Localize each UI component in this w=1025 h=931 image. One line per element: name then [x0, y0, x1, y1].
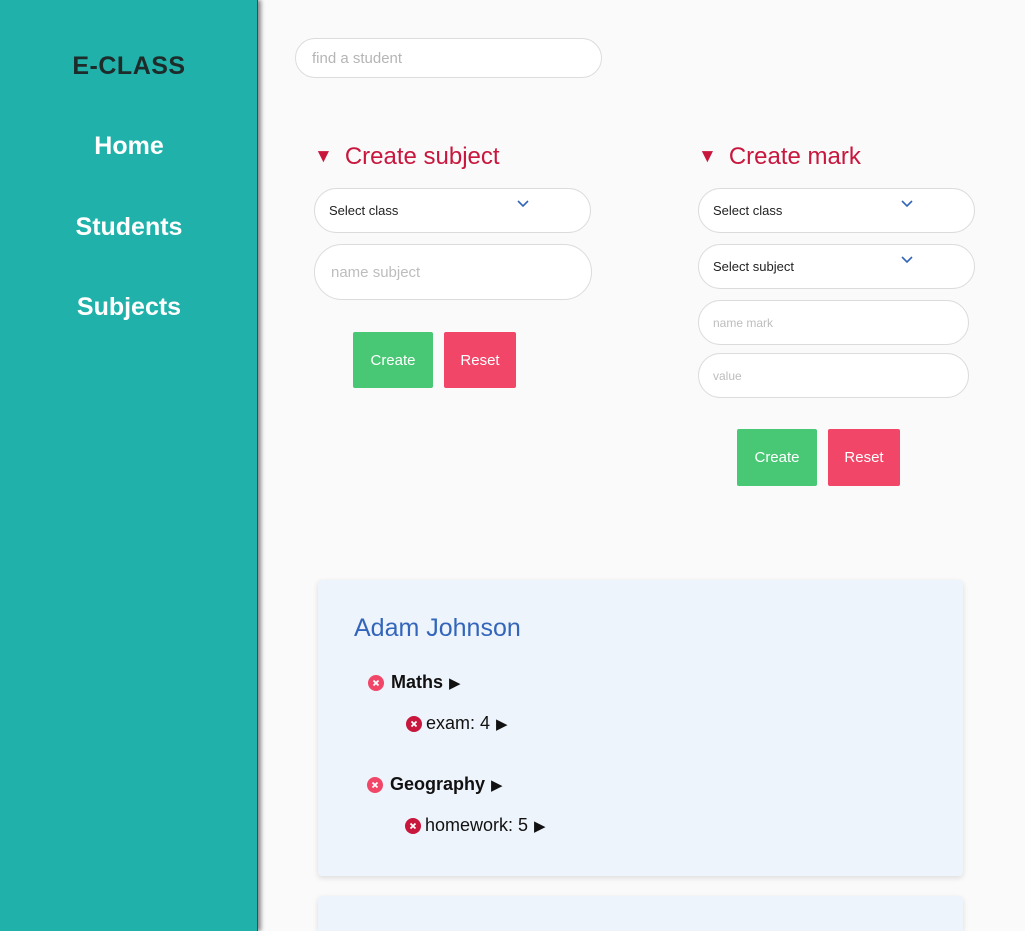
- delete-subject-icon[interactable]: [367, 776, 383, 793]
- sidebar-item-subjects[interactable]: Subjects: [0, 293, 258, 322]
- mark-row: exam: 4 ▶: [406, 713, 508, 734]
- mark-name-input[interactable]: [698, 300, 969, 345]
- expand-triangle-icon[interactable]: ▶: [449, 674, 461, 692]
- create-mark-toggle[interactable]: ▼ Create mark: [698, 143, 861, 171]
- mark-value-input[interactable]: [698, 353, 969, 398]
- sidebar-item-home[interactable]: Home: [0, 132, 258, 161]
- mark-subject-select[interactable]: Select subject: [698, 244, 975, 289]
- create-subject-button[interactable]: Create: [353, 332, 433, 388]
- subject-name: Geography: [390, 774, 486, 794]
- select-label: Select class: [329, 203, 399, 218]
- delete-mark-icon[interactable]: [406, 715, 422, 732]
- triangle-down-icon: ▼: [314, 146, 333, 167]
- create-subject-title: Create subject: [344, 143, 500, 170]
- mark-text: homework: 5: [425, 815, 529, 835]
- student-name[interactable]: Adam Johnson: [354, 614, 521, 643]
- delete-subject-icon[interactable]: [368, 674, 384, 691]
- mark-row: homework: 5 ▶: [405, 815, 546, 836]
- sidebar-item-students[interactable]: Students: [0, 213, 258, 242]
- subject-row: Geography ▶: [367, 774, 503, 795]
- select-label: Select class: [713, 203, 783, 218]
- create-mark-title: Create mark: [728, 143, 861, 170]
- triangle-down-icon: ▼: [698, 146, 717, 167]
- subject-row: Maths ▶: [368, 672, 461, 693]
- subject-name-input[interactable]: [314, 244, 592, 300]
- search-input[interactable]: [295, 38, 602, 78]
- delete-mark-icon[interactable]: [405, 817, 421, 834]
- expand-triangle-icon[interactable]: ▶: [496, 715, 508, 733]
- mark-class-select[interactable]: Select class: [698, 188, 975, 233]
- chevron-down-icon: [901, 256, 913, 264]
- student-card: Adam Johnson Maths ▶ exam: 4 ▶ Geography…: [318, 580, 963, 876]
- subject-class-select[interactable]: Select class: [314, 188, 591, 233]
- chevron-down-icon: [517, 200, 529, 208]
- reset-subject-button[interactable]: Reset: [444, 332, 516, 388]
- student-card: [318, 896, 963, 931]
- create-mark-button[interactable]: Create: [737, 429, 817, 486]
- mark-text: exam: 4: [426, 713, 491, 733]
- create-subject-toggle[interactable]: ▼ Create subject: [314, 143, 500, 171]
- subject-name: Maths: [391, 672, 444, 692]
- select-label: Select subject: [713, 259, 794, 274]
- expand-triangle-icon[interactable]: ▶: [491, 776, 503, 794]
- sidebar: E-CLASS Home Students Subjects: [0, 0, 258, 931]
- chevron-down-icon: [901, 200, 913, 208]
- expand-triangle-icon[interactable]: ▶: [534, 817, 546, 835]
- brand-logo[interactable]: E-CLASS: [0, 52, 258, 81]
- reset-mark-button[interactable]: Reset: [828, 429, 900, 486]
